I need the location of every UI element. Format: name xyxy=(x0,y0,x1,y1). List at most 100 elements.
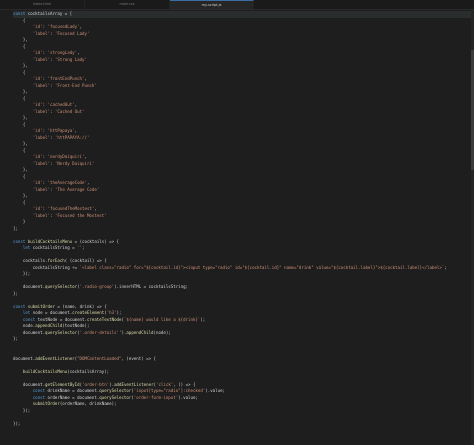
code-token: querySelector xyxy=(99,394,132,400)
code-token: 'id' xyxy=(32,206,43,211)
tab-index-html[interactable]: index.html xyxy=(0,0,85,9)
code-token: 'httPAPAYA://' xyxy=(54,134,90,140)
code-token: 'strongLady' xyxy=(47,50,78,55)
code-token: const xyxy=(32,394,46,400)
code-token: ( (cocktail) => { xyxy=(64,258,107,263)
code-token: { xyxy=(13,43,26,49)
code-token: 'id' xyxy=(32,76,43,81)
code-token: document. xyxy=(13,284,46,289)
code-token: document. xyxy=(13,381,46,387)
code-token: ).value; xyxy=(178,394,198,400)
code-token: 'order-btn' xyxy=(82,381,110,387)
code-token: 'label' xyxy=(32,108,50,114)
code-token: 'click' xyxy=(156,381,174,387)
code-token: { xyxy=(13,17,26,23)
code-token: (textNode); xyxy=(62,323,90,328)
code-token: textNode = document. xyxy=(35,316,87,322)
code-token: appendChild xyxy=(126,329,154,335)
code-token: ]; xyxy=(13,225,18,231)
code-token: addEventListener xyxy=(114,381,154,387)
code-token: 'theAverageCode' xyxy=(47,180,87,185)
code-token: drinkName = document. xyxy=(45,388,100,393)
code-token: 'focusedLady' xyxy=(47,24,80,29)
tab-main-css[interactable]: main.css xyxy=(85,0,170,9)
code-token: 'Focused Lady' xyxy=(54,30,90,36)
code-token: }, xyxy=(13,193,28,198)
code-token: }, xyxy=(13,115,28,120)
code-token: = (name, drink) => { xyxy=(54,303,107,309)
code-token: cocktailsArray = [ xyxy=(25,11,73,16)
code-token: 'focusedTheMostest' xyxy=(47,206,95,211)
code-token: forEach xyxy=(47,258,65,263)
code-token: 'id' xyxy=(32,102,43,107)
code-token: 'order-form-input' xyxy=(133,394,179,400)
code-token: 'label' xyxy=(32,30,50,36)
line-number-gutter xyxy=(0,10,11,445)
code-token: buildCocktailsMenu xyxy=(27,238,73,244)
code-token: }); xyxy=(13,407,31,413)
code-token: }); xyxy=(13,271,31,276)
code-token: document. xyxy=(13,329,46,335)
code-token: createElement xyxy=(72,310,105,315)
code-token: , xyxy=(86,180,90,185)
code-token: = (cocktails) => { xyxy=(72,238,120,244)
code-token: }; xyxy=(13,290,18,296)
tab-my-script-js[interactable]: my-script.js xyxy=(170,0,254,9)
code-token: 'id' xyxy=(32,128,43,133)
code-token: 'frontEndPunch' xyxy=(47,76,85,81)
code-token: addEventListener xyxy=(35,355,75,361)
code-token: 'h3' xyxy=(106,310,117,315)
code-token: ); xyxy=(200,316,206,322)
code-token: document. xyxy=(13,355,36,361)
code-token: 'cachedOut' xyxy=(47,102,75,107)
code-area[interactable]: 1const cocktailsArray = [2 {3 'id': 'foc… xyxy=(13,11,471,445)
code-token: 'label' xyxy=(32,82,50,88)
code-token: appendChild xyxy=(35,323,63,328)
code-token: } xyxy=(13,219,26,224)
code-token: , xyxy=(74,102,78,107)
code-token: }; xyxy=(13,336,18,341)
code-token: querySelector xyxy=(45,284,78,289)
code-token: buildCocktailsMenu xyxy=(22,368,68,374)
code-token: , xyxy=(94,206,97,211)
code-editor[interactable]: 1const cocktailsArray = [2 {3 'id': 'foc… xyxy=(0,10,474,445)
code-token: 'Strong Lady' xyxy=(54,56,87,62)
code-token: cocktailsString = xyxy=(30,245,78,250)
code-token: , xyxy=(77,50,80,55)
code-token: const xyxy=(13,238,26,244)
code-token: 'id' xyxy=(32,154,43,159)
code-line[interactable]: 64}); xyxy=(13,421,471,428)
code-token: (node); xyxy=(153,329,171,335)
code-token: 'Nerdy Daiquiri' xyxy=(54,160,95,166)
code-token: getElementById xyxy=(45,381,80,387)
code-token: 'id' xyxy=(32,24,43,29)
code-token: "DOMContentLoaded" xyxy=(77,355,122,361)
code-token: (cocktailsArray); xyxy=(67,368,110,374)
code-token: 'nerdyDaiquiri' xyxy=(47,154,85,159)
code-token: { xyxy=(13,173,26,179)
code-token: }); xyxy=(13,420,21,426)
code-token: 'label' xyxy=(32,186,50,192)
editor-tab-bar: index.html main.css my-script.js xyxy=(0,0,474,10)
code-token: }, xyxy=(13,37,28,42)
code-token: { xyxy=(13,121,26,127)
code-token: 'input[type="radio"]:checked' xyxy=(133,388,206,393)
code-token: 'label' xyxy=(32,212,50,218)
code-token: querySelector xyxy=(99,388,132,393)
code-token: const xyxy=(13,11,26,16)
code-token: 'The Average Code' xyxy=(54,186,100,192)
code-token: const xyxy=(13,303,26,309)
code-token: , () => { xyxy=(173,381,196,387)
